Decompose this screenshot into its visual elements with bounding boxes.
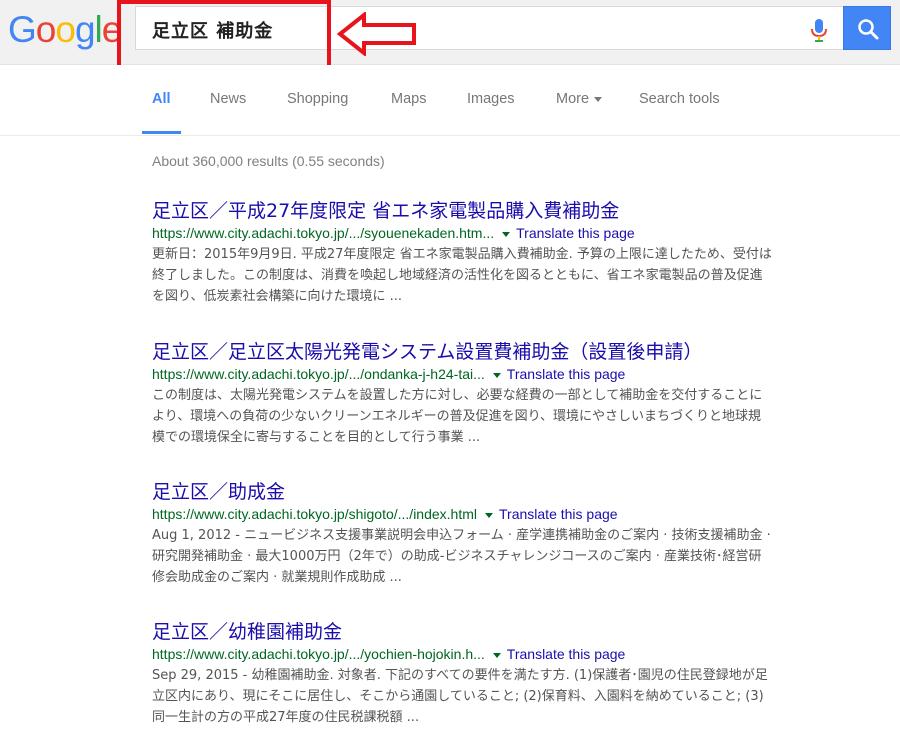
search-result: 足立区／足立区太陽光発電システム設置費補助金（設置後申請） https://ww… [152, 340, 792, 448]
tab-shopping[interactable]: Shopping [287, 91, 348, 107]
tab-all[interactable]: All [152, 91, 171, 107]
search-result: 足立区／助成金 https://www.city.adachi.tokyo.jp… [152, 480, 792, 588]
tab-images[interactable]: Images [467, 91, 515, 107]
microphone-icon[interactable] [804, 15, 834, 45]
search-button[interactable] [843, 6, 891, 50]
result-title-link[interactable]: 足立区／助成金 [152, 480, 792, 504]
result-snippet: Sep 29, 2015 - 幼稚園補助金. 対象者. 下記のすべての要件を満た… [152, 668, 768, 725]
result-url-line: https://www.city.adachi.tokyo.jp/.../syo… [152, 223, 792, 243]
caret-down-icon [594, 96, 603, 102]
highlight-box-annotation [117, 0, 331, 73]
google-logo[interactable]: Google [8, 9, 122, 50]
caret-down-icon[interactable] [502, 231, 511, 237]
logo-letter: g [74, 9, 96, 50]
caret-down-icon[interactable] [492, 652, 501, 658]
result-title-link[interactable]: 足立区／幼稚園補助金 [152, 620, 792, 644]
result-url-line: https://www.city.adachi.tokyo.jp/.../yoc… [152, 644, 792, 664]
logo-letter: G [8, 9, 37, 50]
translate-link[interactable]: Translate this page [507, 366, 626, 382]
result-url: https://www.city.adachi.tokyo.jp/.../yoc… [152, 646, 485, 662]
caret-down-icon[interactable] [485, 512, 494, 518]
result-stats: About 360,000 results (0.55 seconds) [152, 153, 385, 169]
result-url: https://www.city.adachi.tokyo.jp/.../syo… [152, 225, 495, 241]
search-icon [858, 19, 879, 40]
result-snippet: この制度は、太陽光発電システムを設置した方に対し、必要な経費の一部として補助金を… [152, 388, 763, 445]
result-url: https://www.city.adachi.tokyo.jp/.../ond… [152, 366, 485, 382]
translate-link[interactable]: Translate this page [507, 646, 626, 662]
result-url-line: https://www.city.adachi.tokyo.jp/shigoto… [152, 504, 792, 524]
translate-link[interactable]: Translate this page [516, 225, 635, 241]
caret-down-icon[interactable] [492, 372, 501, 378]
tab-more[interactable]: More [556, 91, 603, 107]
logo-letter: o [55, 9, 76, 50]
logo-letter: o [35, 9, 57, 50]
active-tab-indicator [142, 131, 181, 134]
result-url-line: https://www.city.adachi.tokyo.jp/.../ond… [152, 364, 792, 384]
search-tabs: All News Shopping Maps Images More Searc… [0, 65, 900, 136]
result-title-link[interactable]: 足立区／平成27年度限定 省エネ家電製品購入費補助金 [152, 199, 792, 223]
result-snippet: 更新日：2015年9月9日. 平成27年度限定 省エネ家電製品購入費補助金. 予… [152, 247, 772, 304]
tab-search-tools[interactable]: Search tools [639, 91, 720, 107]
translate-link[interactable]: Translate this page [499, 506, 618, 522]
tab-news[interactable]: News [210, 91, 246, 107]
result-snippet: Aug 1, 2012 - ニュービジネス支援事業説明会申込フォーム · 産学連… [152, 528, 771, 585]
arrow-left-annotation [336, 12, 416, 56]
tab-maps[interactable]: Maps [391, 91, 426, 107]
logo-letter: l [94, 9, 103, 50]
result-url: https://www.city.adachi.tokyo.jp/shigoto… [152, 506, 478, 522]
search-result: 足立区／幼稚園補助金 https://www.city.adachi.tokyo… [152, 620, 792, 728]
tab-more-label: More [556, 91, 590, 107]
search-result: 足立区／平成27年度限定 省エネ家電製品購入費補助金 https://www.c… [152, 199, 792, 307]
result-title-link[interactable]: 足立区／足立区太陽光発電システム設置費補助金（設置後申請） [152, 340, 792, 364]
